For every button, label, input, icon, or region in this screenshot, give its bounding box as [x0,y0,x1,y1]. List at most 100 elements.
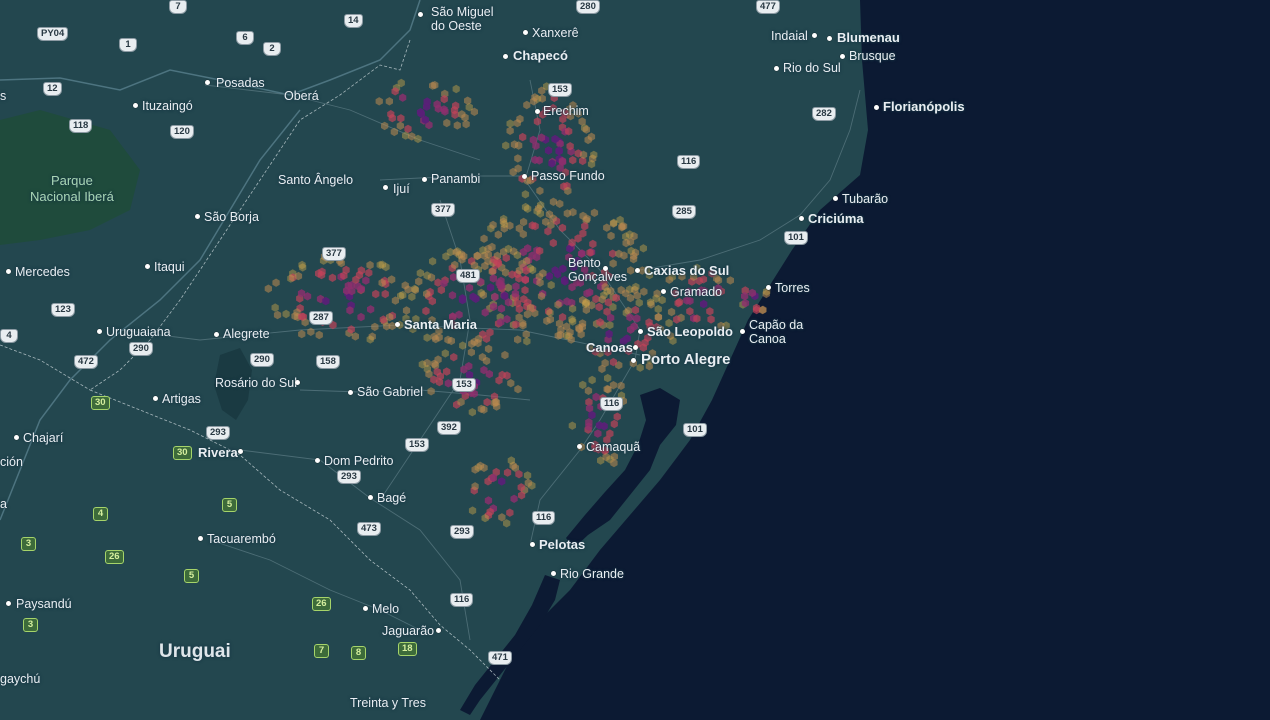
city-label[interactable]: Blumenau [837,31,900,45]
city-marker [383,185,388,190]
city-marker [368,495,373,500]
city-label[interactable]: Gramado [670,285,722,299]
city-label[interactable]: Tacuarembó [207,532,276,546]
highway-shield: 481 [456,269,480,283]
route-shield-uruguay: 5 [184,569,199,583]
city-label[interactable]: Dom Pedrito [324,454,393,468]
city-marker [348,390,353,395]
city-label[interactable]: ción [0,455,23,469]
city-label[interactable]: São Miguel do Oeste [431,5,494,33]
city-label[interactable]: Tubarão [842,192,888,206]
city-label[interactable]: Treinta y Tres [350,696,426,710]
city-marker [133,103,138,108]
city-marker [833,196,838,201]
highway-shield: 287 [309,311,333,325]
city-marker [6,269,11,274]
city-marker [551,571,556,576]
highway-shield: 101 [784,231,808,245]
city-label[interactable]: s [0,89,6,103]
city-label[interactable]: São Gabriel [357,385,423,399]
city-label[interactable]: Ijuí [393,182,410,196]
route-shield-uruguay: 3 [23,618,38,632]
city-label[interactable]: Jaguarão [382,624,434,638]
city-label[interactable]: Rio Grande [560,567,624,581]
highway-shield: 4 [0,329,18,343]
city-marker [153,396,158,401]
city-marker [740,329,745,334]
city-label[interactable]: Caxias do Sul [644,264,729,278]
city-marker [315,458,320,463]
city-label[interactable]: Paysandú [16,597,72,611]
city-label[interactable]: Chapecó [513,49,568,63]
city-label[interactable]: Criciúma [808,212,864,226]
highway-shield: 120 [170,125,194,139]
city-label[interactable]: Uruguai [159,642,231,661]
highway-shield: 118 [69,119,93,133]
city-marker [436,628,441,633]
city-label[interactable]: Capão da Canoa [749,318,803,346]
city-label[interactable]: Parque Nacional Iberá [30,173,114,205]
city-label[interactable]: Santa Maria [404,318,477,332]
city-label[interactable]: São Borja [204,210,259,224]
city-label[interactable]: Erechim [543,104,589,118]
city-marker [633,345,638,350]
city-label[interactable]: Rivera [198,446,238,460]
highway-shield: 123 [51,303,75,317]
highway-shield: 101 [683,423,707,437]
city-label[interactable]: Xanxerê [532,26,579,40]
city-marker [635,268,640,273]
city-label[interactable]: Artigas [162,392,201,406]
city-label[interactable]: Torres [775,281,810,295]
city-label[interactable]: Pelotas [539,538,585,552]
city-marker [145,264,150,269]
city-label[interactable]: Bento Gonçalves [568,256,627,284]
city-label[interactable]: Florianópolis [883,100,965,114]
city-label[interactable]: Oberá [284,89,319,103]
route-shield-uruguay: 30 [173,446,192,460]
city-marker [395,322,400,327]
city-marker [6,601,11,606]
city-label[interactable]: Santo Ângelo [278,173,353,187]
highway-shield: 290 [250,353,274,367]
city-label[interactable]: Melo [372,602,399,616]
city-label[interactable]: Itaqui [154,260,185,274]
city-label[interactable]: Camaquã [586,440,640,454]
city-label[interactable]: Ituzaingó [142,99,193,113]
highway-shield: 7 [169,0,187,14]
city-label[interactable]: São Leopoldo [647,325,733,339]
route-shield-uruguay: 3 [21,537,36,551]
city-label[interactable]: Bagé [377,491,406,505]
highway-shield: 6 [236,31,254,45]
highway-shield: 282 [812,107,836,121]
highway-shield: 392 [437,421,461,435]
city-label[interactable]: Alegrete [223,327,270,341]
map-view[interactable]: São Miguel do Oeste Xanxerê Chapecó Indaial… [0,0,1270,720]
city-label[interactable]: Panambi [431,172,480,186]
route-shield-uruguay: 7 [314,644,329,658]
city-label[interactable]: Rosário do Sul [215,376,297,390]
city-label[interactable]: Uruguaiana [106,325,171,339]
city-marker [214,332,219,337]
city-marker [295,380,300,385]
city-label[interactable]: Posadas [216,76,265,90]
city-label[interactable]: Canoas [586,341,633,355]
city-label[interactable]: gaychú [0,672,40,686]
highway-shield: 472 [74,355,98,369]
city-label[interactable]: Indaial [771,29,808,43]
city-label[interactable]: Mercedes [15,265,70,279]
city-marker [205,80,210,85]
city-label[interactable]: Brusque [849,49,896,63]
city-marker [195,214,200,219]
city-marker [774,66,779,71]
city-marker [799,216,804,221]
city-label[interactable]: Porto Alegre [641,352,730,367]
highway-shield: 473 [357,522,381,536]
city-label[interactable]: Rio do Sul [783,61,841,75]
city-label[interactable]: Passo Fundo [531,169,605,183]
city-marker [827,36,832,41]
city-marker [422,177,427,182]
highway-shield: 153 [548,83,572,97]
city-marker [638,329,643,334]
city-label[interactable]: Chajarí [23,431,63,445]
city-label[interactable]: a [0,497,7,511]
